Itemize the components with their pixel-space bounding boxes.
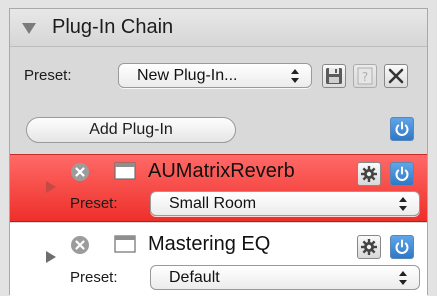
add-plugin-button[interactable]: Add Plug-In	[26, 117, 236, 143]
save-preset-button[interactable]	[322, 64, 346, 88]
plugin-power-button[interactable]	[390, 235, 414, 259]
plugin-settings-button[interactable]	[357, 235, 381, 259]
x-icon	[388, 68, 404, 84]
select-arrows-icon	[399, 197, 407, 211]
help-button[interactable]: ?	[353, 64, 377, 88]
chain-preset-value: New Plug-In...	[137, 67, 238, 84]
plugin-window-icon[interactable]	[114, 234, 136, 254]
plugin-power-button[interactable]	[390, 162, 414, 186]
disclosure-triangle-icon[interactable]	[46, 251, 56, 263]
plugin-preset-label: Preset:	[70, 269, 118, 286]
plugin-name: Mastering EQ	[148, 233, 271, 255]
question-mark-icon: ?	[357, 67, 373, 85]
plugin-preset-select[interactable]: Default	[150, 265, 420, 290]
power-icon	[395, 166, 409, 181]
svg-text:?: ?	[362, 70, 368, 84]
disclosure-triangle-icon[interactable]	[22, 23, 36, 34]
gear-icon	[361, 166, 377, 182]
plugin-preset-value: Default	[169, 269, 220, 286]
gear-icon	[361, 239, 377, 255]
plugin-row-aumatrixreverb[interactable]: AUMatrixReverb Preset: Small Room	[10, 154, 427, 222]
plugin-chain-panel: Plug-In Chain Preset: New Plug-In... ? A…	[9, 8, 428, 296]
floppy-disk-icon	[326, 68, 342, 84]
plugin-row-mastering-eq[interactable]: Mastering EQ Preset: Default	[10, 223, 427, 296]
plugin-window-icon[interactable]	[114, 161, 136, 181]
select-arrows-icon	[399, 271, 407, 285]
chain-power-button[interactable]	[390, 117, 414, 141]
select-arrows-icon	[291, 69, 299, 83]
plugin-preset-select[interactable]: Small Room	[150, 191, 420, 216]
disclosure-triangle-icon[interactable]	[46, 181, 56, 193]
plugin-name: AUMatrixReverb	[148, 160, 295, 182]
panel-header[interactable]: Plug-In Chain	[10, 9, 427, 47]
plugin-preset-label: Preset:	[70, 195, 118, 212]
remove-plugin-icon[interactable]	[70, 162, 90, 182]
close-chain-button[interactable]	[384, 64, 408, 88]
plugin-settings-button[interactable]	[357, 162, 381, 186]
chain-preset-label: Preset:	[24, 67, 72, 84]
remove-plugin-icon[interactable]	[70, 235, 90, 255]
power-icon	[395, 121, 409, 136]
power-icon	[395, 239, 409, 254]
panel-title: Plug-In Chain	[52, 16, 174, 38]
plugin-preset-value: Small Room	[169, 195, 257, 212]
chain-preset-select[interactable]: New Plug-In...	[118, 63, 312, 88]
